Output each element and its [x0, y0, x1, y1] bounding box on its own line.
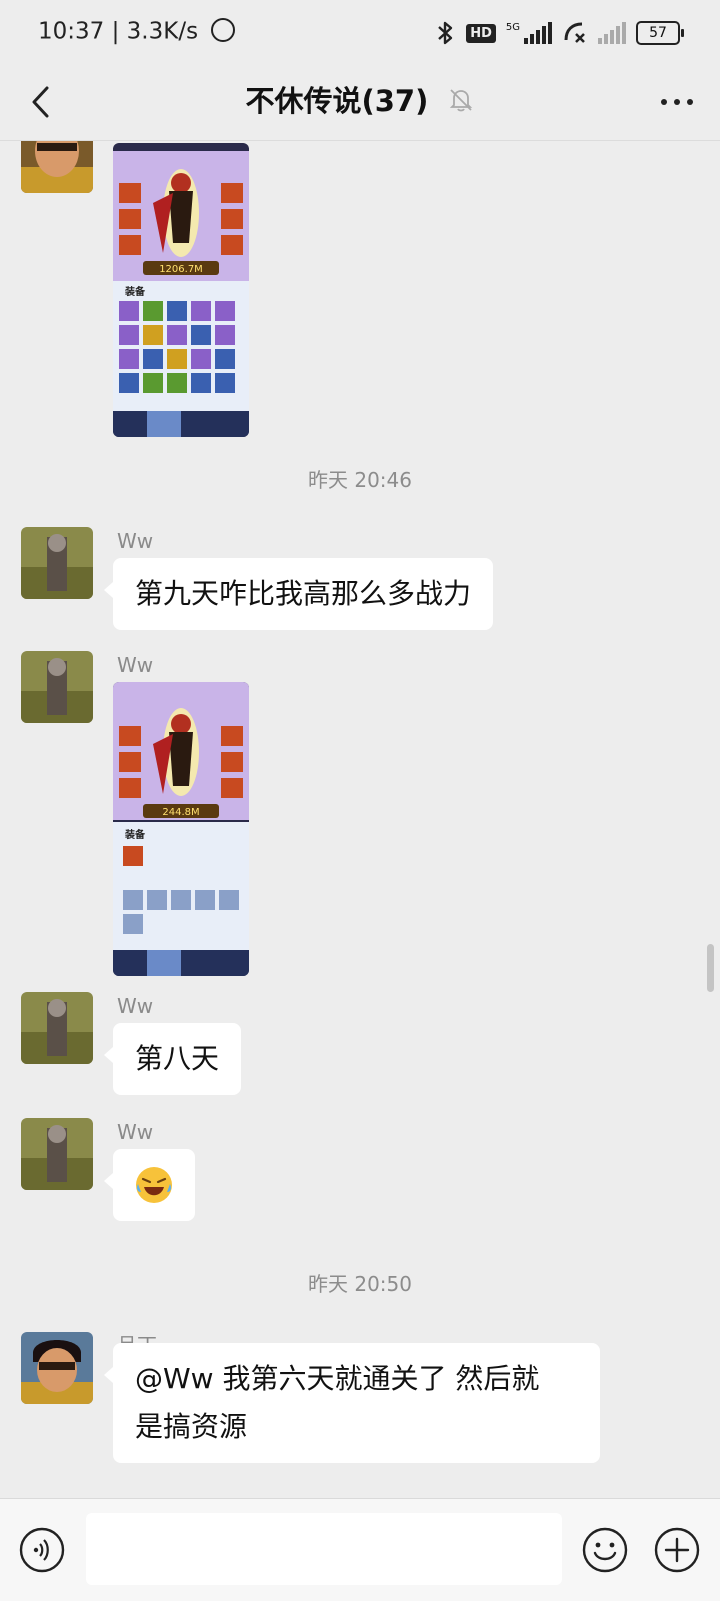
laughing-crying-emoji-icon	[136, 1167, 172, 1203]
svg-text:装备: 装备	[124, 828, 146, 841]
avatar-ww[interactable]	[21, 651, 93, 723]
network-speed: 3.3K/s	[126, 18, 199, 45]
status-bar: 10:37 | 3.3K/s HD 5G 57	[0, 0, 720, 64]
more-actions-plus-icon[interactable]	[654, 1527, 700, 1573]
timestamp: 昨天 20:46	[308, 468, 412, 492]
chat-title: 不休传说(37)	[245, 84, 429, 118]
signal-icon	[598, 22, 626, 44]
mute-bell-icon	[450, 89, 473, 112]
chat-area[interactable]: 1206.7M 装备 昨天 20:46 Ww 第九天咋比我高那么多战力 Ww 2…	[0, 141, 720, 1498]
input-bar	[0, 1498, 720, 1601]
scrollbar[interactable]	[707, 944, 714, 992]
call-icon	[564, 22, 585, 43]
sender-name: Ww	[117, 994, 154, 1018]
svg-text:1206.7M: 1206.7M	[159, 264, 203, 275]
message-line: @Ww 我第六天就通关了 然后就	[135, 1362, 540, 1395]
hd-icon: HD	[466, 23, 496, 43]
game-screenshot-image-1[interactable]: 1206.7M 装备	[113, 143, 249, 437]
game-screenshot-image-2[interactable]: 244.8M 装备	[113, 682, 249, 976]
sender-name: Ww	[117, 653, 154, 677]
sender-name: Ww	[117, 529, 154, 553]
avatar-ww[interactable]	[21, 992, 93, 1064]
message-bubble[interactable]: @Ww 我第六天就通关了 然后就 是搞资源	[104, 1343, 600, 1463]
message-bubble[interactable]: 第九天咋比我高那么多战力	[103, 558, 494, 630]
avatar-dante[interactable]	[21, 1332, 93, 1404]
svg-text:装备: 装备	[124, 285, 146, 298]
status-right: HD 5G 57	[434, 18, 684, 48]
voice-input-icon[interactable]	[19, 1527, 65, 1573]
message-bubble[interactable]: 第八天	[103, 1023, 242, 1095]
emoji-picker-icon[interactable]	[582, 1527, 628, 1573]
status-left: 10:37 | 3.3K/s	[38, 17, 236, 45]
avatar-ww[interactable]	[21, 527, 93, 599]
avatar-dante[interactable]	[21, 141, 93, 193]
message-line: 是搞资源	[135, 1410, 248, 1443]
battery-icon: 57	[636, 21, 684, 45]
svg-text:244.8M: 244.8M	[162, 807, 199, 818]
emoji-bubble[interactable]	[104, 1149, 195, 1221]
bluetooth-icon	[438, 21, 453, 45]
alarm-icon	[211, 17, 236, 42]
clock: 10:37	[38, 18, 105, 45]
signal-5g-icon: 5G	[506, 22, 552, 44]
avatar-ww[interactable]	[21, 1118, 93, 1190]
chat-title-wrap: 不休传说(37)	[0, 78, 720, 120]
chat-header: 不休传说(37)	[0, 64, 720, 141]
more-options-icon[interactable]	[656, 84, 698, 120]
sender-name: Ww	[117, 1120, 154, 1144]
message-input[interactable]	[86, 1513, 562, 1585]
timestamp: 昨天 20:50	[308, 1272, 412, 1296]
